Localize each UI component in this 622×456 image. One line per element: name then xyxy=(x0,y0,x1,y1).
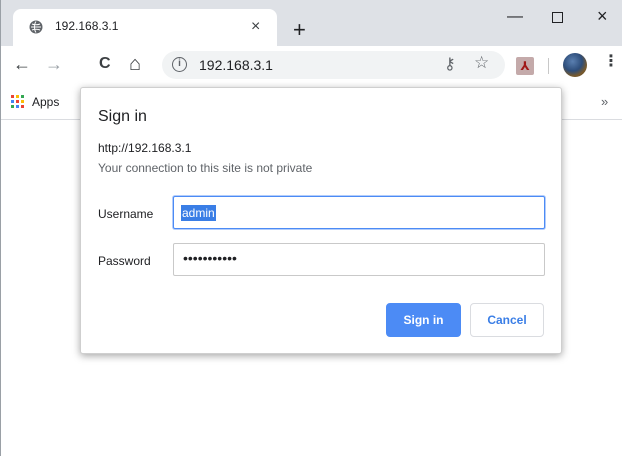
cancel-button[interactable]: Cancel xyxy=(470,303,544,337)
password-label: Password xyxy=(98,254,151,268)
username-label: Username xyxy=(98,207,154,221)
reload-button[interactable]: C xyxy=(99,53,111,75)
maximize-button[interactable] xyxy=(552,12,563,23)
bookmark-star-icon[interactable]: ☆ xyxy=(474,53,489,73)
forward-button[interactable]: → xyxy=(45,53,63,75)
sign-in-button[interactable]: Sign in xyxy=(386,303,461,337)
apps-grid-icon[interactable] xyxy=(11,95,24,108)
tab-title: 192.168.3.1 xyxy=(55,19,119,33)
password-field[interactable]: ••••••••••• xyxy=(173,243,545,276)
back-button[interactable]: ← xyxy=(13,53,31,75)
info-icon[interactable]: i xyxy=(172,57,187,72)
dialog-warning: Your connection to this site is not priv… xyxy=(98,161,313,175)
key-icon[interactable]: ⚷ xyxy=(444,54,456,74)
close-window-button[interactable]: × xyxy=(597,6,608,27)
bookmarks-overflow-icon[interactable]: » xyxy=(601,94,608,109)
address-bar[interactable]: i 192.168.3.1 ⚷ ☆ xyxy=(162,51,505,79)
tab-strip: 192.168.3.1 × + — × xyxy=(1,0,622,46)
username-value: admin xyxy=(181,205,216,221)
new-tab-button[interactable]: + xyxy=(293,19,306,41)
password-value: ••••••••••• xyxy=(183,250,237,266)
tab-close-icon[interactable]: × xyxy=(251,17,260,37)
profile-avatar[interactable] xyxy=(563,53,587,77)
pdf-extension-icon[interactable]: ⅄ xyxy=(516,57,534,75)
dialog-title: Sign in xyxy=(98,108,147,125)
dialog-origin: http://192.168.3.1 xyxy=(98,141,192,155)
home-button[interactable]: ⌂ xyxy=(129,53,141,75)
url-text[interactable]: 192.168.3.1 xyxy=(199,57,273,73)
username-field[interactable]: admin xyxy=(173,196,545,229)
minimize-button[interactable]: — xyxy=(507,8,523,26)
browser-window: 192.168.3.1 × + — × ← → C ⌂ i 192.168.3.… xyxy=(0,0,622,456)
menu-icon[interactable]: ⋮ xyxy=(603,54,619,70)
globe-icon xyxy=(29,20,43,34)
apps-label[interactable]: Apps xyxy=(32,95,59,109)
tab-active[interactable]: 192.168.3.1 × xyxy=(13,9,277,46)
toolbar-divider xyxy=(548,58,549,74)
sign-in-dialog: Sign in http://192.168.3.1 Your connecti… xyxy=(80,87,562,354)
toolbar: ← → C ⌂ i 192.168.3.1 ⚷ ☆ ⅄ ⋮ xyxy=(1,46,622,84)
